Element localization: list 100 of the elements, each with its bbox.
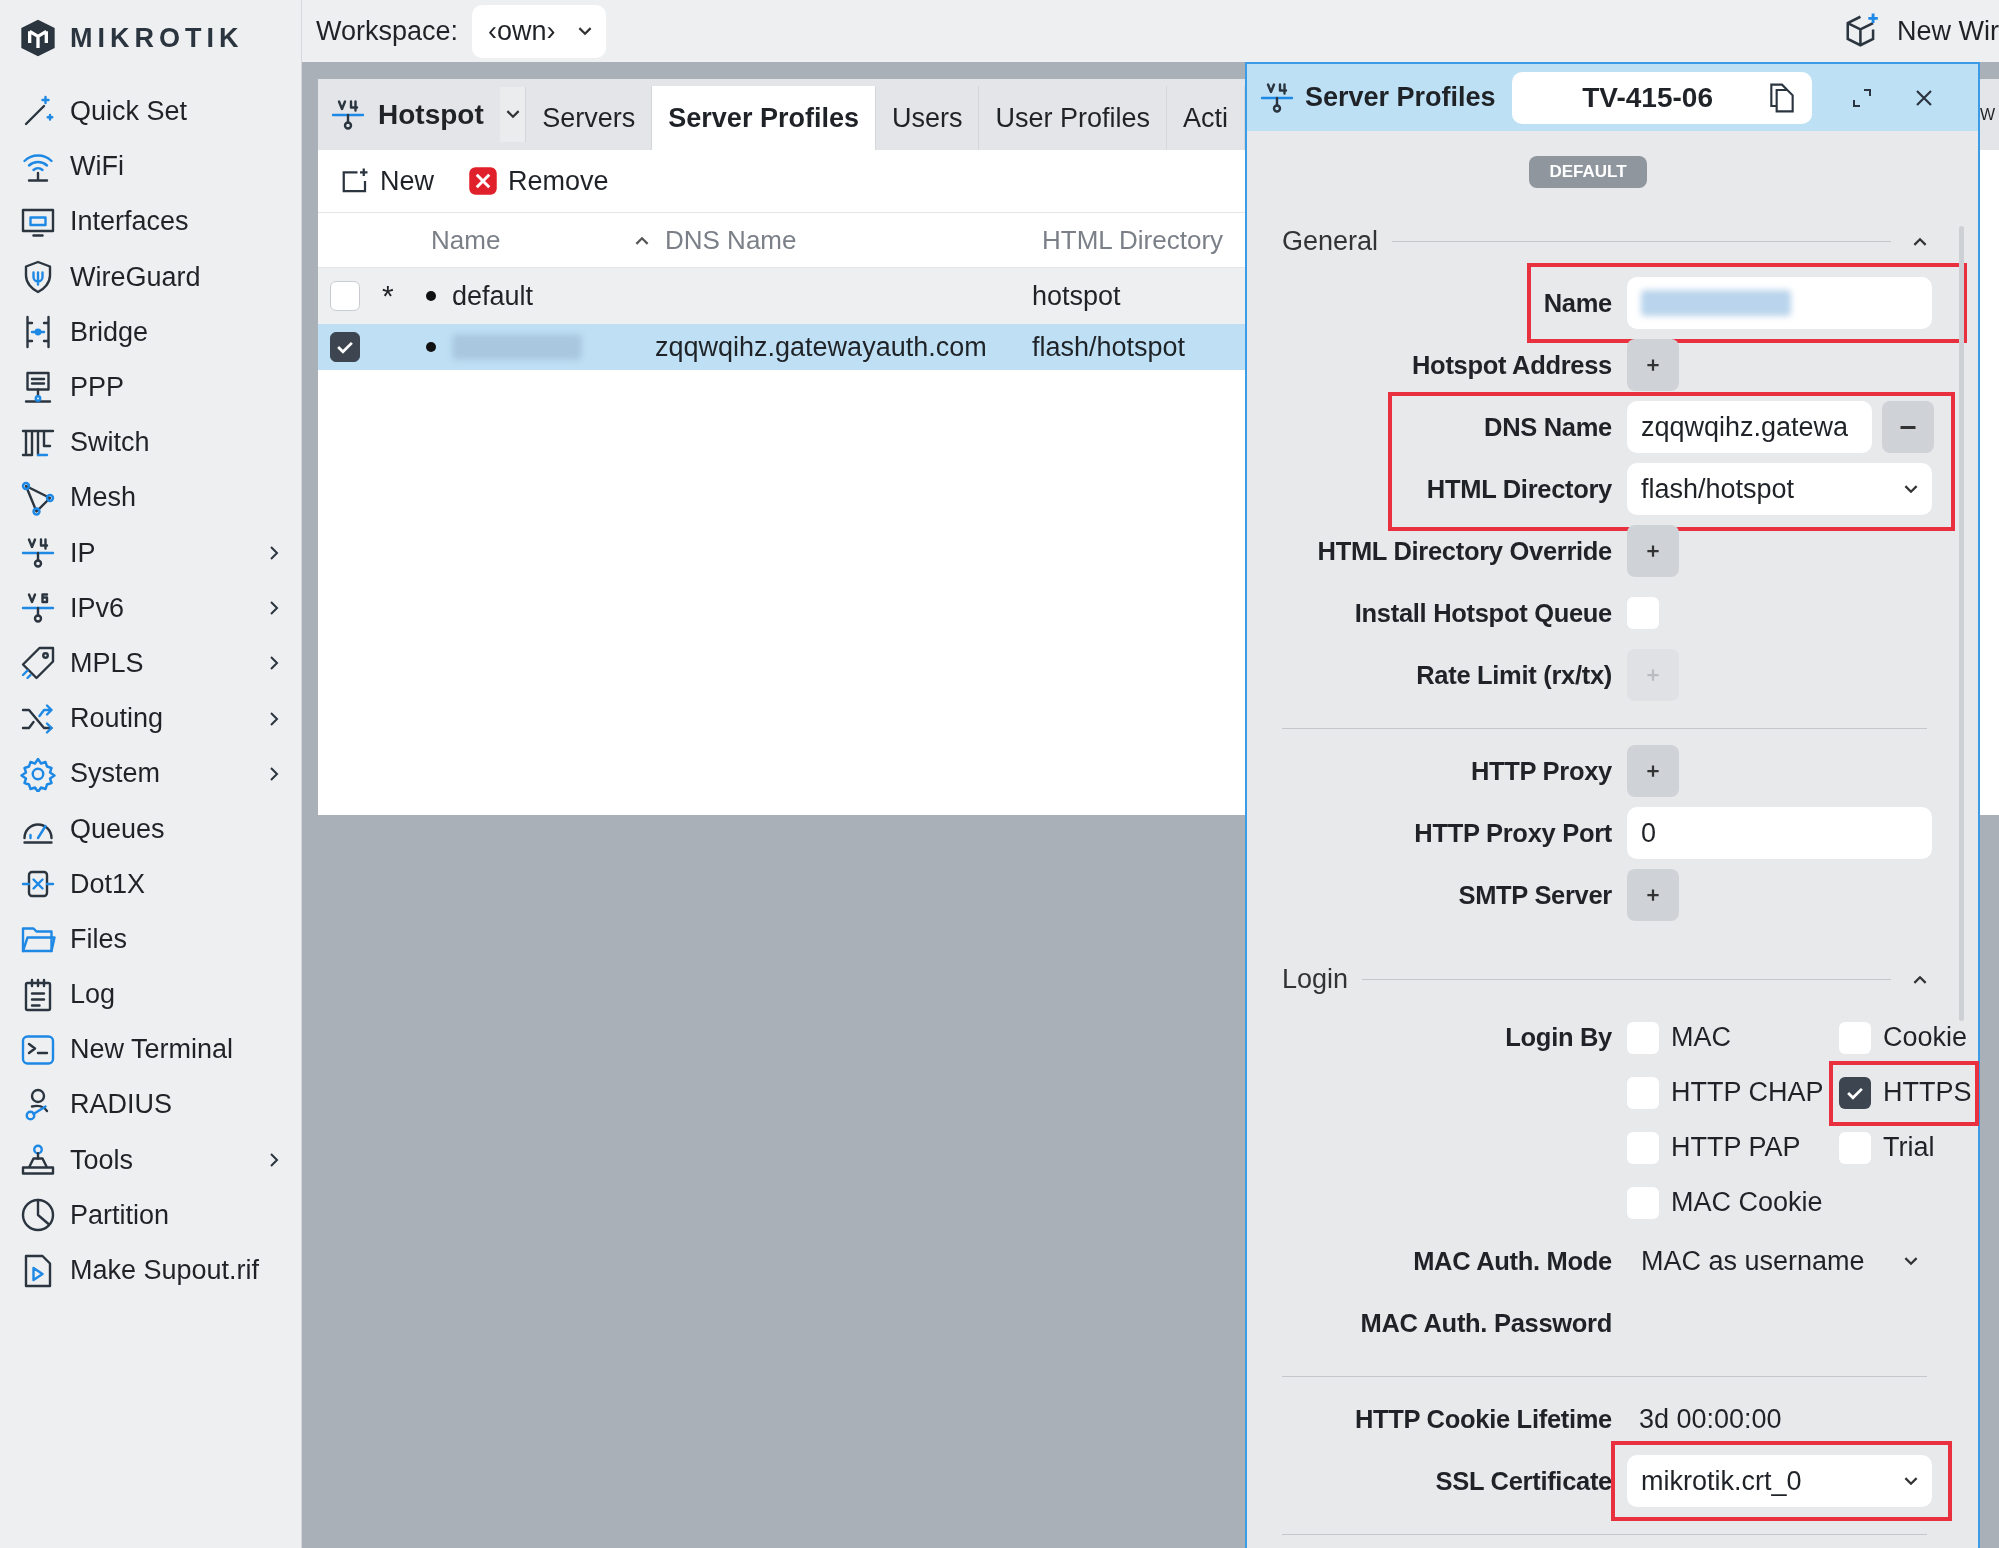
- chevron-icon: [269, 655, 279, 672]
- field-label: Name: [1542, 288, 1612, 318]
- table-cell: zqqwqihz.gatewayauth.com: [655, 331, 987, 362]
- sidebar-item[interactable]: PPP: [0, 359, 301, 416]
- caret-icon: [1904, 484, 1918, 494]
- sidebar-item[interactable]: New Terminal: [0, 1022, 301, 1078]
- sidebar-item[interactable]: Log: [0, 967, 301, 1023]
- sidebar-item[interactable]: WiFi: [0, 139, 301, 195]
- default-badge: DEFAULT: [1529, 156, 1647, 188]
- input-field[interactable]: [1627, 277, 1932, 329]
- field-label: Login By: [1504, 1022, 1612, 1053]
- collapse-icon[interactable]: [1913, 236, 1927, 246]
- add-button[interactable]: [1627, 339, 1679, 391]
- table-row[interactable]: * default hotspot: [318, 268, 1245, 324]
- checkbox-label[interactable]: MAC Cookie: [1671, 1187, 1823, 1218]
- scrollbar[interactable]: [1959, 226, 1964, 1021]
- tab[interactable]: Server Profiles: [652, 86, 876, 150]
- workspace-label: Workspace:: [316, 15, 459, 47]
- column-header[interactable]: DNS Name: [665, 224, 1042, 256]
- new-button[interactable]: New: [340, 165, 434, 197]
- field-label: SSL Certificate: [1434, 1466, 1612, 1496]
- field-label: HTTP Cookie Lifetime: [1353, 1404, 1612, 1434]
- dropdown-button[interactable]: [499, 87, 527, 142]
- plus-icon: [1644, 542, 1662, 560]
- sidebar-item[interactable]: Interfaces: [0, 194, 301, 250]
- tab[interactable]: Users: [875, 86, 980, 150]
- bullet-icon: [426, 291, 436, 301]
- add-button[interactable]: [1627, 525, 1679, 577]
- table-cell: flash/hotspot: [1032, 331, 1186, 363]
- sidebar-item[interactable]: IP: [0, 525, 301, 581]
- select-field[interactable]: flash/hotspot: [1627, 463, 1932, 515]
- section-title: General: [1282, 225, 1379, 257]
- sidebar-item[interactable]: Queues: [0, 801, 301, 857]
- workspace-select[interactable]: ‹own›: [472, 4, 606, 58]
- field-label: MAC Auth. Password: [1359, 1308, 1612, 1338]
- column-header[interactable]: Name: [431, 224, 631, 256]
- tab[interactable]: W: [1980, 79, 1999, 150]
- default-marker: *: [382, 279, 394, 312]
- section-title: Login: [1282, 963, 1349, 995]
- input-field[interactable]: zqqwqihz.gatewa: [1627, 401, 1872, 453]
- sidebar-item[interactable]: Make Supout.rif: [0, 1242, 301, 1299]
- plus-icon: [1644, 762, 1662, 780]
- logo-icon: [18, 18, 58, 58]
- field-label: HTTP Proxy: [1469, 756, 1612, 786]
- sidebar-item[interactable]: Switch: [0, 415, 301, 471]
- chevron-icon: [269, 600, 279, 617]
- chevron-icon: [269, 1152, 279, 1169]
- table-cell: hotspot: [1032, 280, 1121, 312]
- new-window-button[interactable]: New Wir: [1843, 12, 1999, 50]
- sidebar-item[interactable]: Partition: [0, 1187, 301, 1243]
- sidebar-item[interactable]: MPLS: [0, 635, 301, 692]
- table-cell: default: [452, 280, 534, 312]
- field-label: Install Hotspot Queue: [1353, 598, 1612, 628]
- field-label: MAC Auth. Mode: [1412, 1246, 1612, 1276]
- window-title: Server Profiles: [1305, 82, 1496, 113]
- column-header[interactable]: HTML Directory: [1042, 224, 1224, 256]
- field-label: HTML Directory Override: [1316, 536, 1612, 566]
- plus-icon: [1644, 356, 1662, 374]
- field-label: HTML Directory: [1425, 474, 1612, 504]
- sidebar-item[interactable]: Tools: [0, 1132, 301, 1188]
- checkbox-label[interactable]: HTTPS: [1883, 1077, 1972, 1108]
- caret-icon: [505, 110, 520, 119]
- sidebar-item[interactable]: Files: [0, 911, 301, 967]
- plus-icon: [1644, 886, 1662, 904]
- remove-button[interactable]: Remove: [468, 165, 609, 197]
- sidebar-item[interactable]: Dot1X: [0, 856, 301, 912]
- checkbox-label[interactable]: HTTP PAP: [1671, 1132, 1801, 1163]
- caret-icon: [1904, 1256, 1918, 1266]
- sidebar-item[interactable]: Quick Set: [0, 84, 301, 140]
- input-field[interactable]: 0: [1627, 807, 1932, 859]
- field-label: Hotspot Address: [1411, 350, 1612, 380]
- checkbox-label[interactable]: MAC: [1671, 1022, 1731, 1053]
- checkbox-label[interactable]: Trial: [1883, 1132, 1935, 1163]
- sidebar-item[interactable]: Bridge: [0, 304, 301, 360]
- add-button[interactable]: [1627, 745, 1679, 797]
- collapse-icon[interactable]: [1913, 974, 1927, 984]
- checkbox-label[interactable]: Cookie: [1883, 1022, 1968, 1053]
- select-field[interactable]: MAC as username: [1627, 1235, 1932, 1287]
- checkbox-label[interactable]: HTTP CHAP: [1671, 1077, 1824, 1108]
- field-label: DNS Name: [1483, 412, 1612, 442]
- sidebar-item[interactable]: Routing: [0, 691, 301, 747]
- brand-name: MIKROTIK: [70, 22, 244, 54]
- add-button[interactable]: [1627, 869, 1679, 921]
- sidebar-item[interactable]: WireGuard: [0, 249, 301, 305]
- sidebar-item[interactable]: System: [0, 746, 301, 802]
- caret-icon: [577, 26, 592, 36]
- checkbox[interactable]: [330, 332, 360, 362]
- sidebar-item[interactable]: IPv6: [0, 580, 301, 636]
- chevron-icon: [269, 545, 279, 562]
- sidebar-item[interactable]: Mesh: [0, 470, 301, 526]
- remove-button[interactable]: [1882, 401, 1934, 453]
- mesh-icon: [20, 479, 56, 516]
- sidebar-item[interactable]: RADIUS: [0, 1077, 301, 1133]
- tab[interactable]: User Profiles: [979, 86, 1167, 150]
- sort-icon[interactable]: [635, 235, 649, 245]
- select-field[interactable]: mikrotik.crt_0: [1627, 1455, 1932, 1507]
- checkbox[interactable]: [1839, 1076, 1871, 1109]
- field-label: HTTP Proxy Port: [1413, 818, 1612, 848]
- record-name-field[interactable]: TV-415-06: [1511, 71, 1812, 124]
- table-row[interactable]: zqqwqihz.gatewayauth.com flash/hotspot: [318, 324, 1245, 370]
